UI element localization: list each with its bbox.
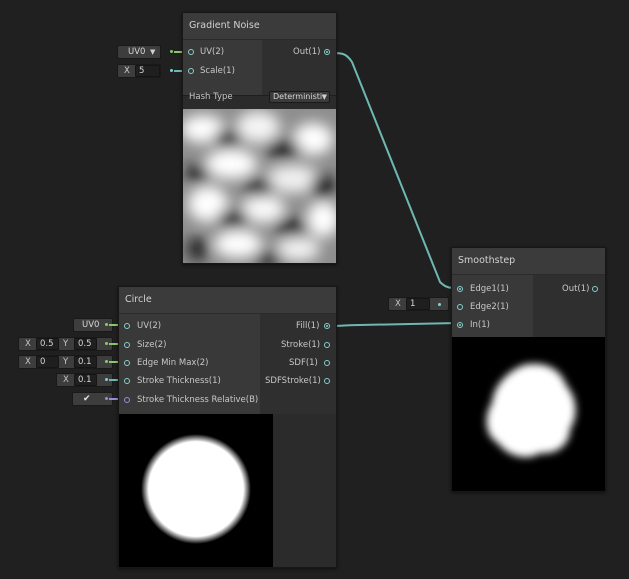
stroke-axis-label: X [63,375,69,385]
uv-value: UV0 [128,47,146,57]
smoothstep-title: Smoothstep [452,248,605,274]
gradient-noise-uv-selector[interactable]: UV0 ▼ [117,45,161,59]
circle-uv-connector-dot [105,323,108,326]
edge-y-label: Y [63,357,69,367]
edge-x-input[interactable]: 0 [36,356,59,368]
circle-sdf-label: SDF(1) [289,358,318,368]
circle-shape [141,434,251,544]
circle-fill-port[interactable] [324,323,330,329]
wire-noise-to-edge1 [330,52,459,289]
size-x-input[interactable]: 0.5 [36,338,59,350]
check-icon: ✔ [83,394,91,404]
smoothstep-edge2-field[interactable]: X 1 [388,297,449,311]
gradient-noise-scale-field[interactable]: X 5 [117,64,161,78]
edge2-axis-label: X [395,299,401,309]
circle-edge-field[interactable]: X 0 Y 0.1 [18,355,113,369]
size-y-label: Y [63,339,69,349]
circle-node[interactable]: Circle UV(2) Size(2) Edge Min Max(2) Str… [118,286,337,568]
circle-fill-label: Fill(1) [296,321,320,331]
scale-input-label: Scale(1) [200,66,235,76]
edge-connector-dot [105,360,108,363]
size-x-label: X [25,339,31,349]
in-input-label: In(1) [470,320,490,330]
uv-input-port[interactable] [188,49,194,55]
stroke-value-input[interactable]: 0.1 [74,374,97,386]
gradient-noise-preview [183,109,336,263]
smoothstep-out-port[interactable] [592,286,598,292]
out-output-port[interactable] [324,49,330,55]
stroke-connector-dot [105,378,108,381]
circle-size-port[interactable] [124,342,130,348]
circle-sdf-stroke-port[interactable] [324,378,330,384]
smoothstep-shape [486,363,576,458]
edge2-input-label: Edge2(1) [470,302,509,312]
hash-type-dropdown[interactable]: Deterministi ▼ [269,91,330,103]
smoothstep-out-label: Out(1) [562,284,590,294]
circle-sdf-port[interactable] [324,360,330,366]
circle-uv-value: UV0 [82,320,100,330]
hash-type-value: Deterministi [273,92,323,101]
edge2-value-input[interactable]: 1 [406,298,430,310]
circle-stroke-relative-port[interactable] [124,397,130,403]
uv-connector-dot [170,50,173,53]
circle-stroke-relative-label: Stroke Thickness Relative(B) [137,395,259,405]
circle-edge-label: Edge Min Max(2) [137,358,209,368]
scale-connector-dot [170,69,173,72]
gradient-noise-node[interactable]: Gradient Noise UV(2) Scale(1) Out(1) Has… [182,12,337,264]
edge-x-label: X [25,357,31,367]
circle-preview [119,414,273,567]
circle-title: Circle [119,287,336,313]
edge2-input-port[interactable] [457,304,463,310]
size-connector-dot [105,342,108,345]
circle-size-field[interactable]: X 0.5 Y 0.5 [18,337,113,351]
noise-texture [183,109,336,263]
circle-edge-port[interactable] [124,360,130,366]
circle-stroke-out-port[interactable] [324,342,330,348]
smoothstep-preview [452,337,605,491]
edge2-connector-dot [438,303,441,306]
scale-value-input[interactable]: 5 [135,65,160,77]
wire-fill-to-in [330,322,459,327]
edge-y-input[interactable]: 0.1 [74,356,97,368]
scale-axis-label: X [124,66,130,76]
smoothstep-node[interactable]: Smoothstep Edge1(1) Edge2(1) In(1) Out(1… [451,247,606,492]
chevron-down-icon: ▼ [321,93,327,101]
edge1-input-port[interactable] [457,286,463,292]
in-input-port[interactable] [457,322,463,328]
size-y-input[interactable]: 0.5 [74,338,97,350]
circle-size-label: Size(2) [137,340,167,350]
gradient-noise-title: Gradient Noise [183,13,336,39]
uv-input-label: UV(2) [200,47,225,57]
circle-sdf-stroke-label: SDFStroke(1) [265,376,321,386]
scale-input-port[interactable] [188,68,194,74]
circle-stroke-out-label: Stroke(1) [281,340,321,350]
edge1-input-label: Edge1(1) [470,284,509,294]
stroke-relative-connector-dot [105,397,108,400]
circle-stroke-port[interactable] [124,378,130,384]
circle-stroke-label: Stroke Thickness(1) [137,376,221,386]
out-output-label: Out(1) [293,47,321,57]
circle-uv-label: UV(2) [137,321,162,331]
hash-type-label: Hash Type [189,92,233,102]
circle-uv-port[interactable] [124,323,130,329]
chevron-down-icon: ▼ [150,48,156,56]
